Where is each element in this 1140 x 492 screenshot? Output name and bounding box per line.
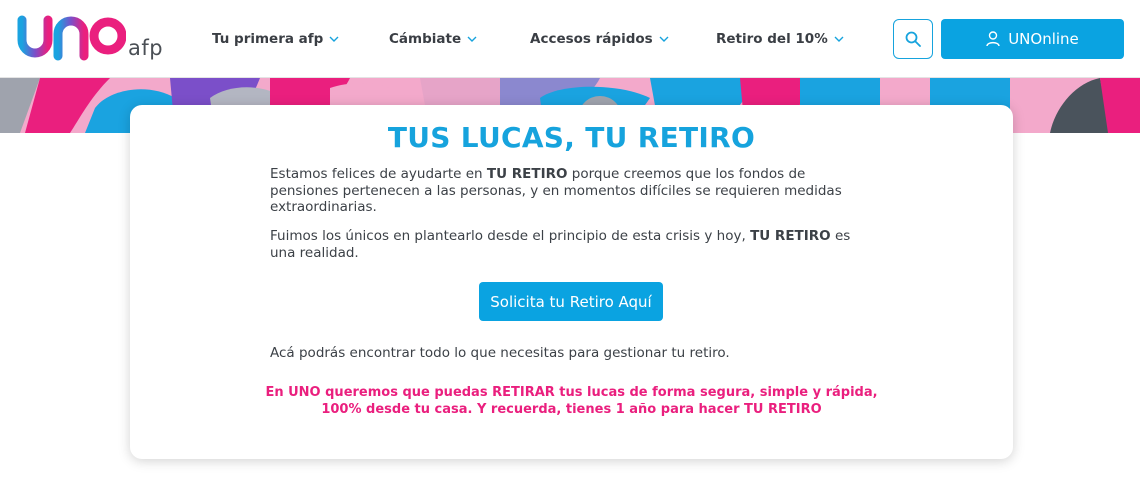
user-icon <box>986 31 1000 47</box>
retiro-info-card: TUS LUCAS, TU RETIRO Estamos felices de … <box>130 105 1013 459</box>
unonline-label: UNOnline <box>1008 30 1079 48</box>
solicita-retiro-button[interactable]: Solicita tu Retiro Aquí <box>479 282 663 321</box>
chevron-down-icon <box>467 36 477 42</box>
second-paragraph: Fuimos los únicos en plantearlo desde el… <box>270 228 860 261</box>
info-paragraph: Acá podrás encontrar todo lo que necesit… <box>270 345 730 361</box>
nav-label: Retiro del 10% <box>716 31 828 47</box>
card-title: TUS LUCAS, TU RETIRO <box>387 121 756 154</box>
search-icon <box>905 31 921 47</box>
second-text-bold: TU RETIRO <box>750 228 831 244</box>
second-text-a: Fuimos los únicos en plantearlo desde el… <box>270 228 751 244</box>
nav-cambiate[interactable]: Cámbiate <box>389 29 477 49</box>
chevron-down-icon <box>659 36 669 42</box>
site-header: afp Tu primera afp Cámbiate Accesos rápi… <box>0 0 1140 78</box>
intro-text-bold: TU RETIRO <box>486 166 568 182</box>
nav-accesos-rapidos[interactable]: Accesos rápidos <box>530 29 669 49</box>
nav-label: Cámbiate <box>389 31 462 47</box>
logo-afp-text: afp <box>128 36 164 60</box>
nav-label: Tu primera afp <box>212 31 324 47</box>
highlight-line-1: En UNO queremos que puedas RETIRAR tus l… <box>265 385 878 400</box>
unonline-button[interactable]: UNOnline <box>941 19 1124 59</box>
chevron-down-icon <box>329 36 339 42</box>
nav-label: Accesos rápidos <box>530 31 653 47</box>
highlight-message: En UNO queremos que puedas RETIRAR tus l… <box>260 385 883 418</box>
intro-paragraph: Estamos felices de ayudarte en TU RETIRO… <box>270 166 860 216</box>
intro-text-a: Estamos felices de ayudarte en <box>270 166 487 182</box>
nav-tu-primera-afp[interactable]: Tu primera afp <box>212 29 339 49</box>
uno-logo-mark <box>17 15 126 61</box>
search-button[interactable] <box>893 19 933 59</box>
uno-afp-logo[interactable]: afp <box>16 12 164 66</box>
chevron-down-icon <box>834 36 844 42</box>
highlight-line-2: 100% desde tu casa. Y recuerda, tienes 1… <box>321 401 822 417</box>
nav-retiro-10[interactable]: Retiro del 10% <box>716 29 844 49</box>
